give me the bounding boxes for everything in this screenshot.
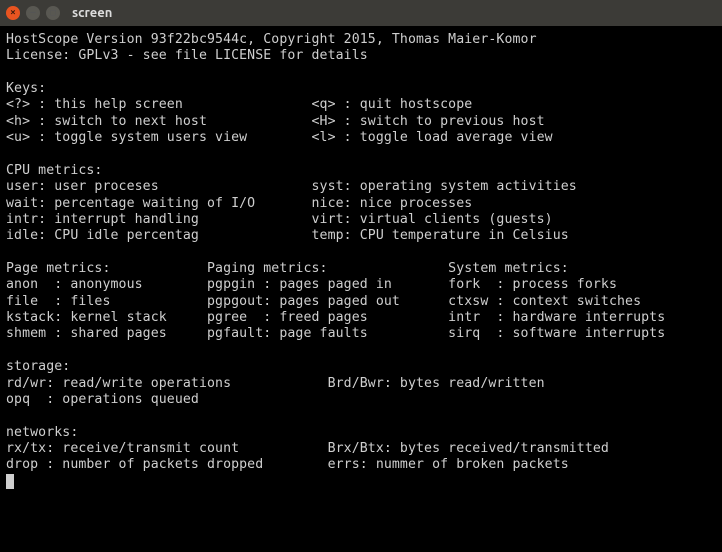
terminal-line (6, 147, 716, 163)
terminal-line: HostScope Version 93f22bc9544c, Copyrigh… (6, 32, 716, 48)
window-title: screen (72, 6, 112, 20)
terminal-line: License: GPLv3 - see file LICENSE for de… (6, 48, 716, 64)
terminal-line (6, 474, 716, 490)
minimize-button[interactable]: – (26, 6, 40, 20)
terminal-line: intr: interrupt handling virt: virtual c… (6, 212, 716, 228)
terminal-line: opq : operations queued (6, 392, 716, 408)
terminal-line (6, 245, 716, 261)
terminal-line: rx/tx: receive/transmit count Brx/Btx: b… (6, 441, 716, 457)
terminal-line: rd/wr: read/write operations Brd/Bwr: by… (6, 376, 716, 392)
terminal-cursor (6, 474, 14, 489)
terminal-line: storage: (6, 359, 716, 375)
terminal-line: Page metrics: Paging metrics: System met… (6, 261, 716, 277)
terminal-line: anon : anonymous pgpgin : pages paged in… (6, 277, 716, 293)
terminal-line: user: user proceses syst: operating syst… (6, 179, 716, 195)
terminal-line: wait: percentage waiting of I/O nice: ni… (6, 196, 716, 212)
terminal-line: file : files pgpgout: pages paged out ct… (6, 294, 716, 310)
terminal-line (6, 65, 716, 81)
window-titlebar: × – □ screen (0, 0, 722, 26)
terminal-line: drop : number of packets dropped errs: n… (6, 457, 716, 473)
terminal-line: <u> : toggle system users view <l> : tog… (6, 130, 716, 146)
terminal-line: kstack: kernel stack pgree : freed pages… (6, 310, 716, 326)
terminal-line: Keys: (6, 81, 716, 97)
terminal-line: networks: (6, 425, 716, 441)
terminal-output[interactable]: HostScope Version 93f22bc9544c, Copyrigh… (0, 26, 722, 552)
terminal-line: idle: CPU idle percentag temp: CPU tempe… (6, 228, 716, 244)
terminal-line (6, 343, 716, 359)
terminal-line: CPU metrics: (6, 163, 716, 179)
terminal-line: shmem : shared pages pgfault: page fault… (6, 326, 716, 342)
terminal-line: <?> : this help screen <q> : quit hostsc… (6, 97, 716, 113)
terminal-line: <h> : switch to next host <H> : switch t… (6, 114, 716, 130)
maximize-button[interactable]: □ (46, 6, 60, 20)
terminal-line (6, 408, 716, 424)
close-button[interactable]: × (6, 6, 20, 20)
